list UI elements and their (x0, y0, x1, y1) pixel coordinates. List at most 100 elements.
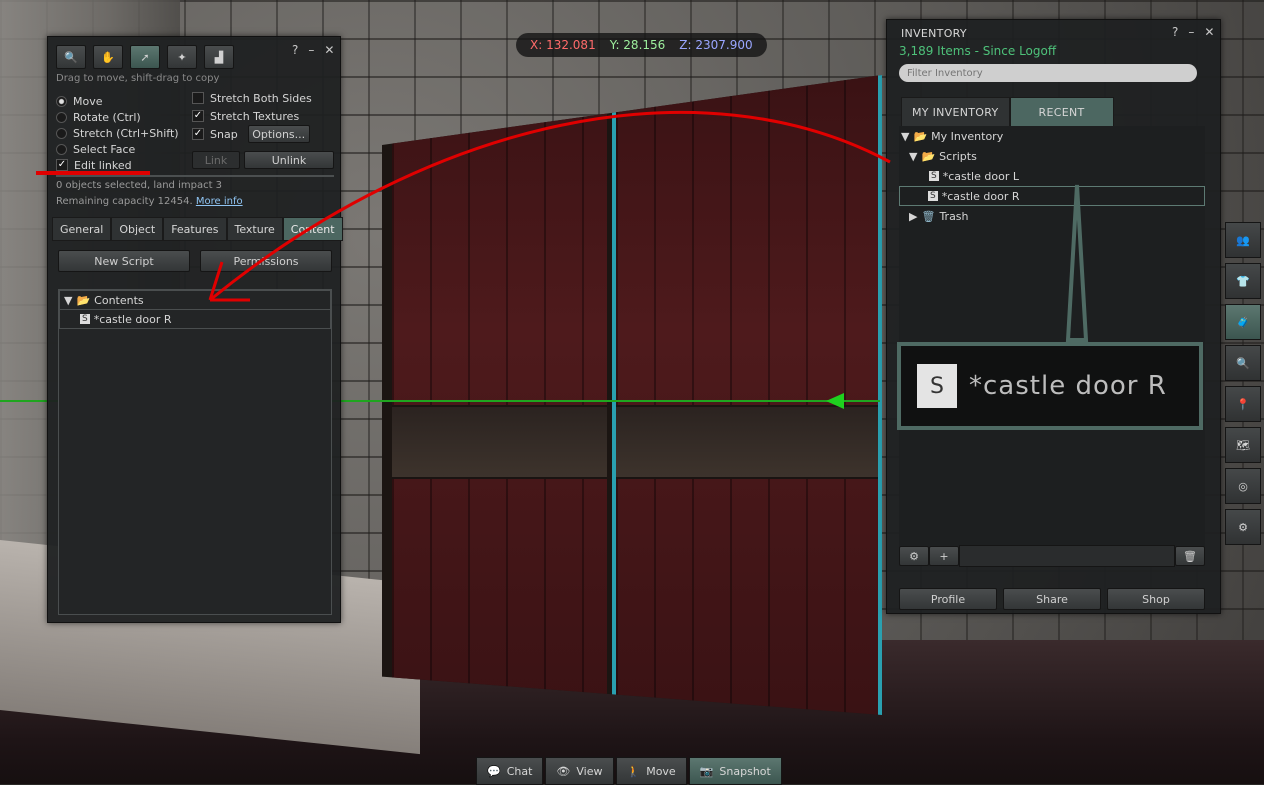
folder-icon: 📂 (76, 293, 91, 307)
grab-tool-button[interactable]: ✋ (93, 45, 123, 69)
inventory-action-buttons: Profile Share Shop (899, 588, 1205, 610)
mode-radio-group: Move Rotate (Ctrl) Stretch (Ctrl+Shift) … (56, 93, 179, 173)
add-button[interactable]: + (929, 546, 959, 566)
move-label: Move (646, 764, 676, 778)
script-icon: S (928, 191, 938, 201)
checkbox-stretch-textures[interactable]: ✓ (192, 110, 204, 122)
coord-x: X: 132.081 (530, 38, 596, 52)
chat-bubble-icon: 💬 (487, 764, 501, 778)
options-button[interactable]: Options... (247, 125, 310, 143)
edit-linked-checkbox[interactable]: ✓ Edit linked (56, 157, 179, 173)
tab-my-inventory[interactable]: MY INVENTORY (901, 97, 1010, 127)
edit-tool-button[interactable]: ➚ (130, 45, 160, 69)
tab-general[interactable]: General (52, 217, 112, 241)
hand-icon: ✋ (101, 50, 115, 64)
inventory-button[interactable]: 🧳 (1225, 304, 1261, 340)
mode-select-face[interactable]: Select Face (56, 141, 179, 157)
chat-button[interactable]: 💬 Chat (476, 757, 544, 785)
appearance-button[interactable]: 👕 (1225, 263, 1261, 299)
folder-scripts[interactable]: ▼ 📂 Scripts (899, 146, 1205, 166)
gear-menu-button[interactable]: ⚙ (899, 546, 929, 566)
focus-tool-button[interactable]: 🔍 (56, 45, 86, 69)
suitcase-icon: 🧳 (1236, 315, 1250, 329)
help-icon[interactable]: ? (1172, 25, 1178, 39)
minimize-icon[interactable]: – (308, 43, 314, 57)
chat-label: Chat (506, 764, 533, 778)
minimize-icon[interactable]: – (1188, 25, 1194, 39)
move-button[interactable]: 🚶 Move (615, 757, 687, 785)
checkbox-stretch-both[interactable] (192, 92, 204, 104)
radio-select-face[interactable] (56, 143, 67, 155)
radar-button[interactable]: ◎ (1225, 468, 1261, 504)
y-axis-arrow[interactable] (826, 393, 844, 409)
tab-features[interactable]: Features (163, 217, 227, 241)
expand-triangle-right-icon[interactable]: ▶ (909, 210, 917, 223)
stretch-both-label: Stretch Both Sides (210, 91, 312, 105)
mode-rotate[interactable]: Rotate (Ctrl) (56, 109, 179, 125)
inventory-item-selected[interactable]: S *castle door R (899, 186, 1205, 206)
item-count: 3,189 Items - Since Logoff (899, 44, 1056, 58)
close-icon[interactable]: ✕ (1204, 25, 1214, 39)
folder-label: My Inventory (931, 129, 1004, 143)
stretch-options: Stretch Both Sides ✓ Stretch Textures ✓ Sn… (192, 89, 334, 169)
unlink-button[interactable]: Unlink (244, 151, 334, 169)
folder-my-inventory[interactable]: ▼ 📂 My Inventory (899, 126, 1205, 146)
share-button[interactable]: Share (1003, 588, 1101, 610)
tab-object[interactable]: Object (111, 217, 164, 241)
land-tool-button[interactable]: ▟ (204, 45, 234, 69)
inventory-floater: INVENTORY ? – ✕ 3,189 Items - Since Logo… (886, 19, 1221, 614)
close-icon[interactable]: ✕ (324, 43, 334, 57)
expand-triangle-icon[interactable]: ▼ (901, 130, 909, 143)
shop-button[interactable]: Shop (1107, 588, 1205, 610)
since-text: - Since Logoff (974, 44, 1057, 58)
inventory-item[interactable]: S *castle door L (899, 166, 1205, 186)
permissions-button[interactable]: Permissions (200, 250, 332, 272)
mode-stretch[interactable]: Stretch (Ctrl+Shift) (56, 125, 179, 141)
contents-item[interactable]: S *castle door R (59, 309, 331, 329)
script-icon: S (929, 171, 939, 181)
create-tool-button[interactable]: ✦ (167, 45, 197, 69)
snap-checkbox[interactable]: ✓ Snap Options... (192, 125, 334, 143)
folder-icon: 📂 (921, 149, 936, 163)
stretch-both-checkbox[interactable]: Stretch Both Sides (192, 89, 334, 107)
checkbox-edit-linked[interactable]: ✓ (56, 159, 68, 171)
settings-button[interactable]: ⚙ (1225, 509, 1261, 545)
expand-triangle-icon[interactable]: ▼ (64, 294, 72, 307)
mode-move[interactable]: Move (56, 93, 179, 109)
tab-texture[interactable]: Texture (226, 217, 283, 241)
stretch-textures-checkbox[interactable]: ✓ Stretch Textures (192, 107, 334, 125)
filter-inventory-input[interactable] (899, 64, 1197, 82)
divider (56, 175, 334, 177)
folder-trash[interactable]: ▶ 🗑 Trash (899, 206, 1205, 226)
radio-move[interactable] (56, 95, 67, 107)
map-button[interactable]: 🗺 (1225, 427, 1261, 463)
more-info-link[interactable]: More info (196, 196, 243, 207)
expand-triangle-icon[interactable]: ▼ (909, 150, 917, 163)
radio-stretch[interactable] (56, 127, 67, 139)
folder-label: Scripts (939, 149, 977, 163)
wand-icon: ✦ (177, 50, 187, 64)
shirt-icon: 👕 (1236, 274, 1250, 288)
tab-recent[interactable]: RECENT (1009, 97, 1114, 127)
view-label: View (576, 764, 603, 778)
view-button[interactable]: 👁 View (545, 757, 614, 785)
magnifier-icon: 🔍 (64, 50, 78, 64)
people-button[interactable]: 👥 (1225, 222, 1261, 258)
link-button[interactable]: Link (192, 151, 240, 169)
new-script-button[interactable]: New Script (58, 250, 190, 272)
door-leaf-left[interactable] (392, 75, 607, 715)
castle-door-object[interactable] (382, 75, 882, 715)
help-icon[interactable]: ? (292, 43, 298, 57)
search-button[interactable]: 🔍 (1225, 345, 1261, 381)
snapshot-button[interactable]: 📷 Snapshot (688, 757, 782, 785)
tab-content[interactable]: Content (282, 217, 343, 241)
checkbox-snap[interactable]: ✓ (192, 128, 204, 140)
places-button[interactable]: 📍 (1225, 386, 1261, 422)
trash-button[interactable]: 🗑 (1175, 546, 1205, 566)
profile-button[interactable]: Profile (899, 588, 997, 610)
radio-rotate[interactable] (56, 111, 67, 123)
script-icon: S (917, 364, 957, 408)
contents-folder[interactable]: ▼ 📂 Contents (59, 290, 331, 310)
count-text: 3,189 Items (899, 44, 971, 58)
snapshot-label: Snapshot (719, 764, 771, 778)
